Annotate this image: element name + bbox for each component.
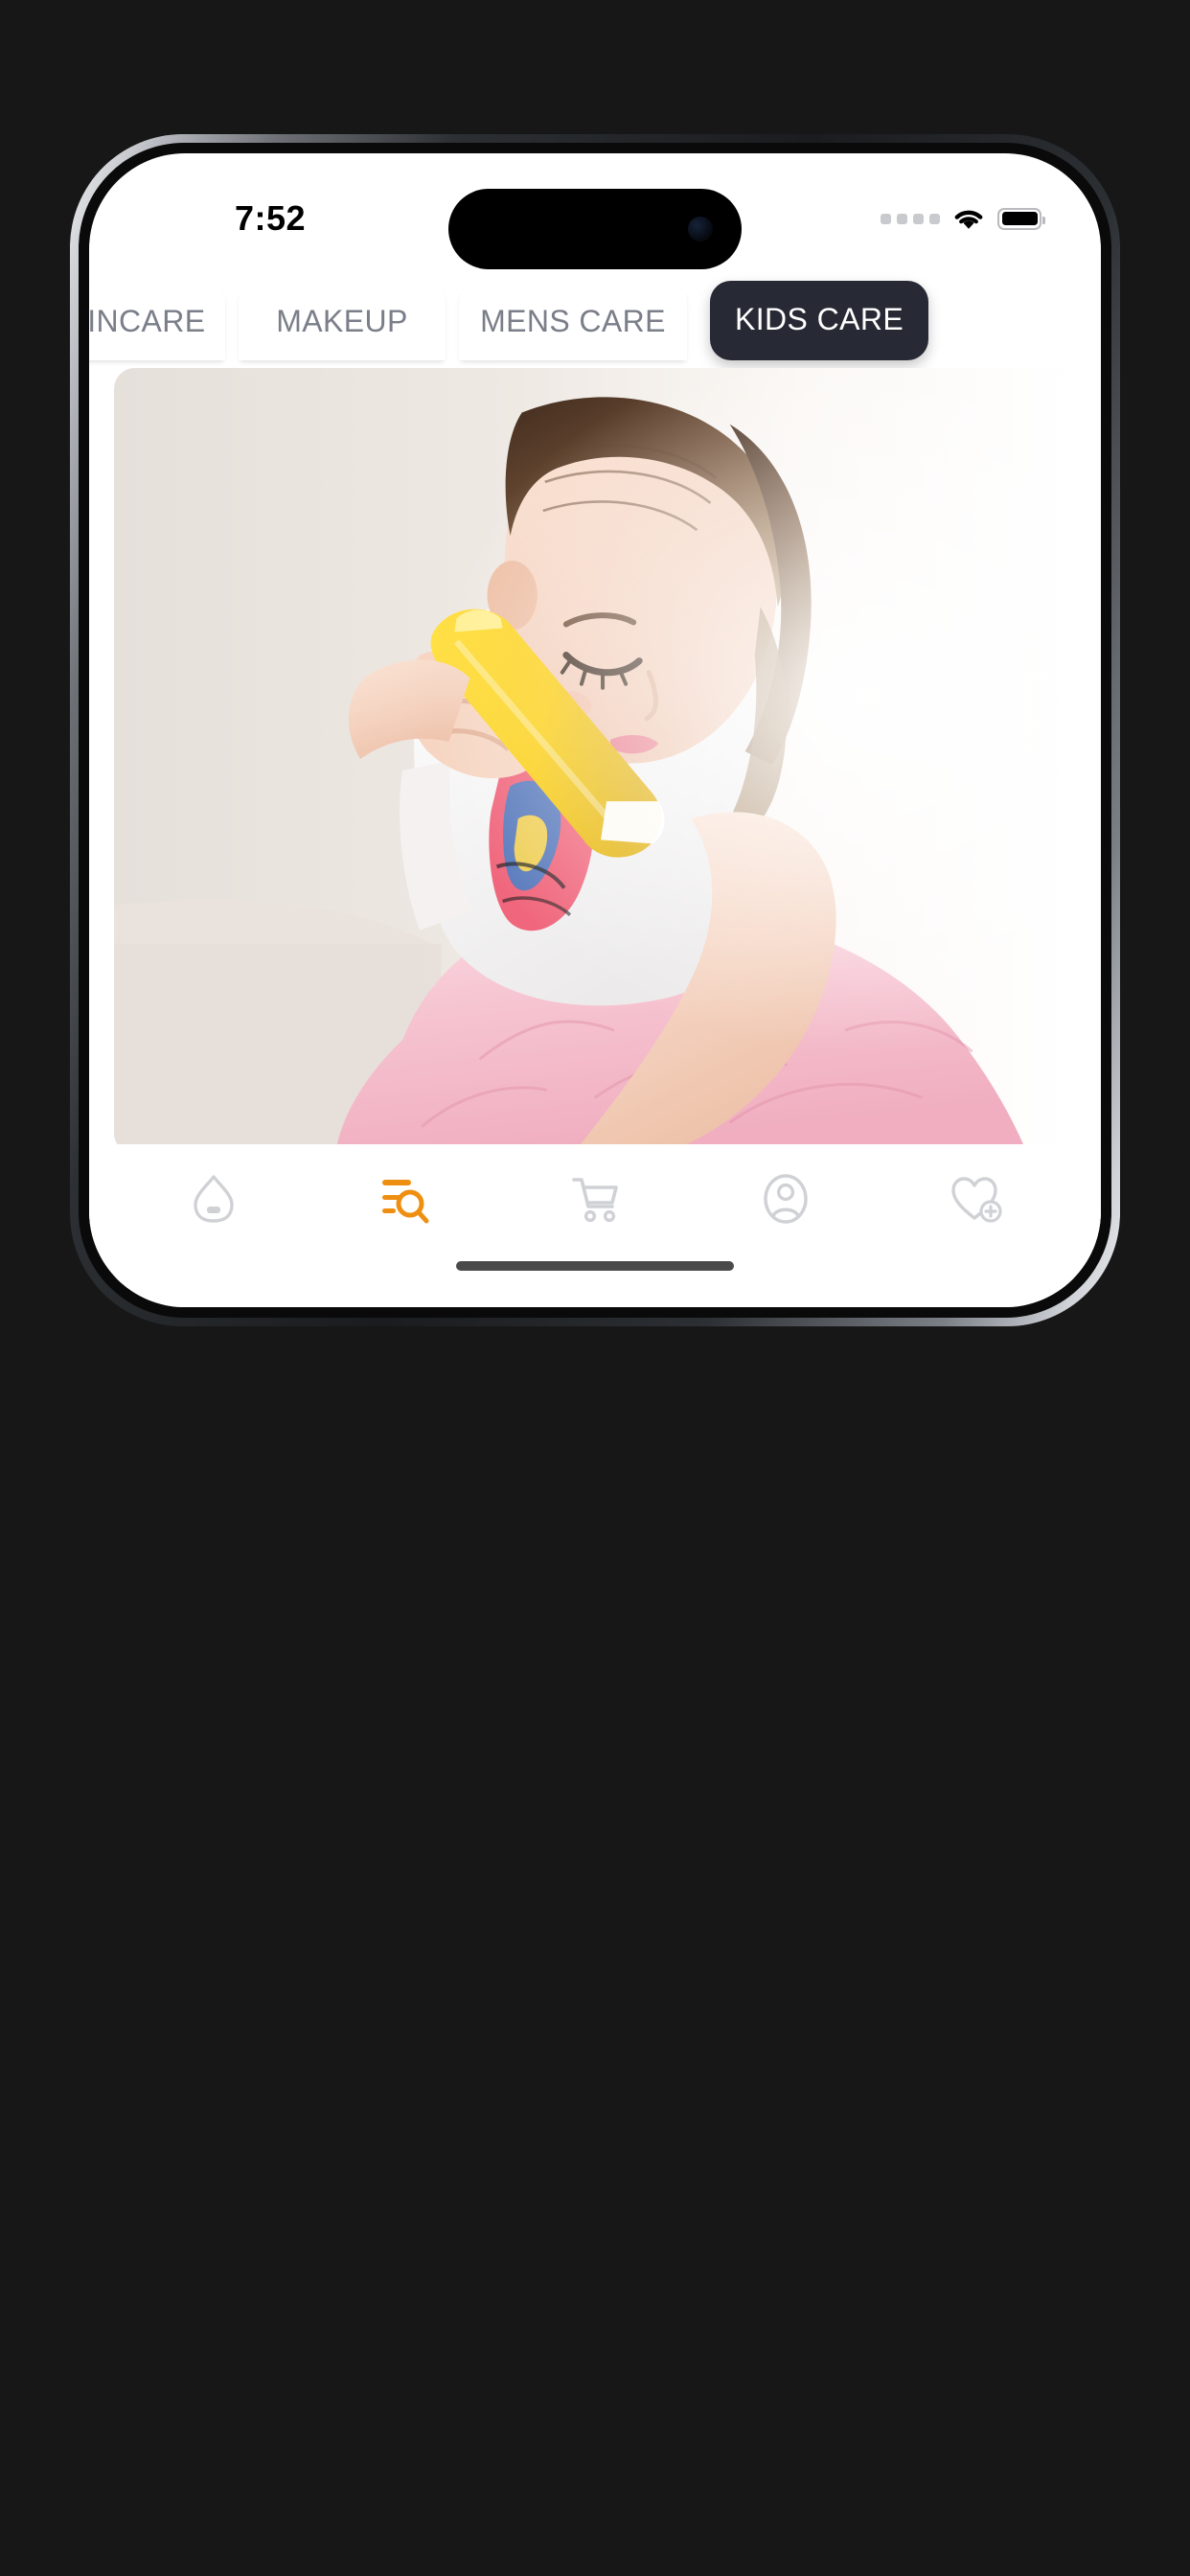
nav-search-filter-button[interactable] (369, 1169, 440, 1232)
wishlist-heart-plus-icon (949, 1172, 1004, 1230)
front-camera-icon (688, 217, 713, 242)
tab-makeup[interactable]: MAKEUP (239, 285, 446, 360)
nav-cart-button[interactable] (560, 1169, 630, 1232)
phone-bezel: 7:52 INCARE MAKEUP MENS CARE KIDS CARE T… (79, 143, 1111, 1318)
bottom-navigation-bar (89, 1144, 1101, 1257)
status-bar-time: 7:52 (234, 198, 307, 238)
home-indicator (89, 1257, 1101, 1307)
home-icon (189, 1172, 239, 1230)
cart-icon (568, 1172, 622, 1230)
search-filter-icon (378, 1172, 430, 1230)
profile-icon (760, 1172, 812, 1230)
tab-mens-care[interactable]: MENS CARE (459, 285, 687, 360)
screenshot-root: 7:52 INCARE MAKEUP MENS CARE KIDS CARE T… (0, 0, 1190, 2576)
nav-home-button[interactable] (178, 1169, 249, 1232)
tab-skincare[interactable]: KINCARE (89, 285, 225, 360)
phone-screen: 7:52 INCARE MAKEUP MENS CARE KIDS CARE T… (89, 153, 1101, 1307)
status-bar-indicators (881, 207, 1045, 231)
battery-icon (997, 207, 1045, 230)
main-content: Sort Price (89, 360, 1101, 1144)
category-tabs: KINCARE MAKEUP MENS CARE KIDS CARE (89, 257, 1101, 360)
app-container: 7:52 INCARE MAKEUP MENS CARE KIDS CARE T… (89, 153, 1101, 1307)
phone-frame: 7:52 INCARE MAKEUP MENS CARE KIDS CARE T… (70, 134, 1120, 1326)
nav-profile-button[interactable] (750, 1169, 821, 1232)
tab-kids-care[interactable]: KIDS CARE (710, 281, 929, 360)
signal-dots-icon (881, 213, 940, 224)
wifi-icon (952, 207, 985, 231)
dynamic-island (448, 189, 742, 269)
hero-banner-image[interactable] (114, 368, 1076, 1144)
nav-wishlist-button[interactable] (941, 1169, 1012, 1232)
